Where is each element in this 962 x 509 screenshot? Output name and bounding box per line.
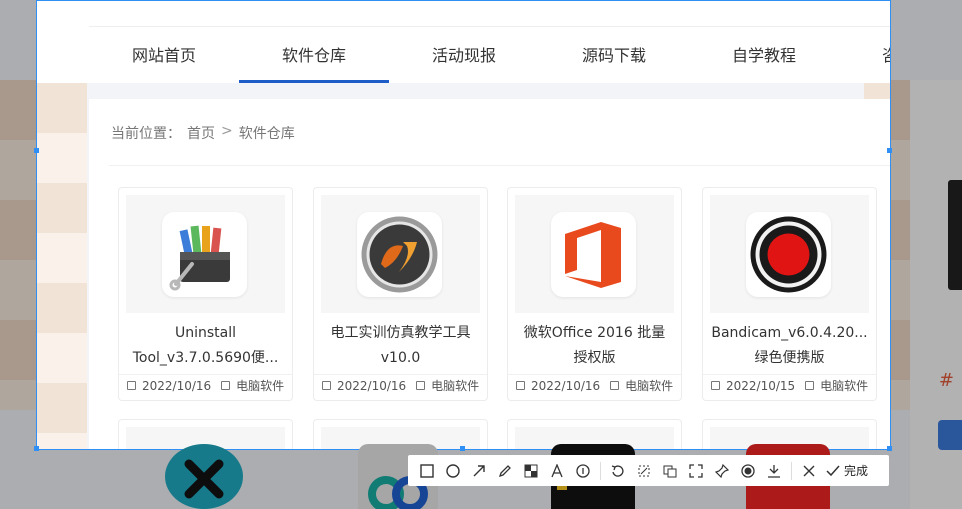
card-meta: 2022/10/16 电脑软件 xyxy=(314,374,487,396)
check-icon xyxy=(826,465,840,476)
toolbar-divider xyxy=(600,461,601,480)
arrow-icon[interactable] xyxy=(466,458,492,484)
record-icon[interactable] xyxy=(735,458,761,484)
fullscreen-icon[interactable] xyxy=(683,458,709,484)
rail-button[interactable] xyxy=(938,420,962,450)
software-card[interactable]: 电工实训仿真教学工具 v10.0 2022/10/16 电脑软件 xyxy=(313,187,488,401)
nav-source-download[interactable]: 源码下载 xyxy=(539,37,689,83)
page-view: 网站首页 软件仓库 活动现报 源码下载 自学教程 咨讯教程 当前位置： 首页 >… xyxy=(37,1,890,449)
software-card[interactable]: Uninstall Tool_v3.7.0.5690便... 2022/10/1… xyxy=(118,187,293,401)
card-thumbnail xyxy=(710,195,869,313)
done-label: 完成 xyxy=(844,464,869,478)
card-date: 2022/10/16 xyxy=(531,378,601,393)
category-icon xyxy=(610,381,620,390)
nav-activity[interactable]: 活动现报 xyxy=(389,37,539,83)
card-thumbnail xyxy=(321,195,480,313)
pen-icon[interactable] xyxy=(492,458,518,484)
resize-handle[interactable] xyxy=(887,446,892,451)
card-meta: 2022/10/16 电脑软件 xyxy=(119,374,292,396)
card-thumbnail xyxy=(126,195,285,313)
resize-handle[interactable] xyxy=(34,446,39,451)
breadcrumb-home[interactable]: 首页 xyxy=(187,123,215,143)
close-icon[interactable] xyxy=(796,458,822,484)
rail-hash-mark: # xyxy=(938,370,954,391)
calendar-icon xyxy=(516,381,525,390)
card-title[interactable]: 微软Office 2016 批量 授权版 xyxy=(516,321,673,371)
office-icon xyxy=(551,212,636,297)
breadcrumb-current: 软件仓库 xyxy=(238,126,295,142)
header-divider xyxy=(89,26,890,27)
page-left-decoration xyxy=(37,83,87,449)
card-category[interactable]: 电脑软件 xyxy=(236,377,284,394)
uninstall-tool-icon xyxy=(162,212,247,297)
done-button[interactable]: 完成 xyxy=(822,462,872,479)
software-card[interactable]: 微软Office 2016 批量 授权版 2022/10/16 电脑软件 xyxy=(507,187,682,401)
rectangle-icon[interactable] xyxy=(414,458,440,484)
software-card[interactable]: Bandicam_v6.0.4.20... 绿色便携版 2022/10/15 电… xyxy=(702,187,877,401)
nav-tutorials[interactable]: 自学教程 xyxy=(689,37,839,83)
category-icon xyxy=(221,381,231,390)
breadcrumb-separator: > xyxy=(221,123,233,139)
toolbar-divider xyxy=(791,461,792,480)
rail-banner xyxy=(948,180,962,290)
capture-toolbar: 完成 xyxy=(408,455,889,486)
card-title[interactable]: 电工实训仿真教学工具 v10.0 xyxy=(322,321,479,371)
text-icon[interactable] xyxy=(544,458,570,484)
undo-icon[interactable] xyxy=(605,458,631,484)
crop-icon[interactable] xyxy=(631,458,657,484)
pin-icon[interactable] xyxy=(709,458,735,484)
card-title[interactable]: Bandicam_v6.0.4.20... 绿色便携版 xyxy=(711,321,868,371)
ocr-icon[interactable] xyxy=(657,458,683,484)
category-icon xyxy=(805,381,815,390)
card-date: 2022/10/16 xyxy=(337,378,407,393)
calendar-icon xyxy=(322,381,331,390)
nav-news[interactable]: 咨讯教程 xyxy=(839,37,890,83)
breadcrumb-divider xyxy=(109,165,890,166)
resize-handle[interactable] xyxy=(460,446,465,451)
card-meta: 2022/10/16 电脑软件 xyxy=(508,374,681,396)
download-icon[interactable] xyxy=(761,458,787,484)
main-nav: 网站首页 软件仓库 活动现报 源码下载 自学教程 咨讯教程 xyxy=(89,37,890,83)
card-category[interactable]: 电脑软件 xyxy=(625,377,673,394)
card-thumbnail xyxy=(515,195,674,313)
nav-home[interactable]: 网站首页 xyxy=(89,37,239,83)
calendar-icon xyxy=(127,381,136,390)
card-meta: 2022/10/15 电脑软件 xyxy=(703,374,876,396)
number-marker-icon[interactable] xyxy=(570,458,596,484)
resize-handle[interactable] xyxy=(34,148,39,153)
left-decoration xyxy=(0,80,40,410)
main-content: 当前位置： 首页 > 软件仓库 Uninstall Tool_v3.7.0.56… xyxy=(89,99,890,449)
card-date: 2022/10/15 xyxy=(726,378,796,393)
ellipse-icon[interactable] xyxy=(440,458,466,484)
mosaic-icon[interactable] xyxy=(518,458,544,484)
card-category[interactable]: 电脑软件 xyxy=(820,377,868,394)
calendar-icon xyxy=(711,381,720,390)
header: 网站首页 软件仓库 活动现报 源码下载 自学教程 咨讯教程 xyxy=(37,1,890,83)
category-icon xyxy=(416,381,426,390)
card-category[interactable]: 电脑软件 xyxy=(431,377,479,394)
resize-handle[interactable] xyxy=(887,148,892,153)
breadcrumb-prefix: 当前位置： xyxy=(111,126,181,142)
breadcrumb: 当前位置： 首页 > 软件仓库 xyxy=(111,123,295,143)
close-app-icon xyxy=(165,444,243,509)
capture-selection[interactable]: 网站首页 软件仓库 活动现报 源码下载 自学教程 咨讯教程 当前位置： 首页 >… xyxy=(36,0,891,450)
bandicam-icon xyxy=(746,212,831,297)
card-title[interactable]: Uninstall Tool_v3.7.0.5690便... xyxy=(127,321,284,371)
electrician-sim-icon xyxy=(357,212,442,297)
nav-software-repo[interactable]: 软件仓库 xyxy=(239,37,389,83)
card-date: 2022/10/16 xyxy=(142,378,212,393)
